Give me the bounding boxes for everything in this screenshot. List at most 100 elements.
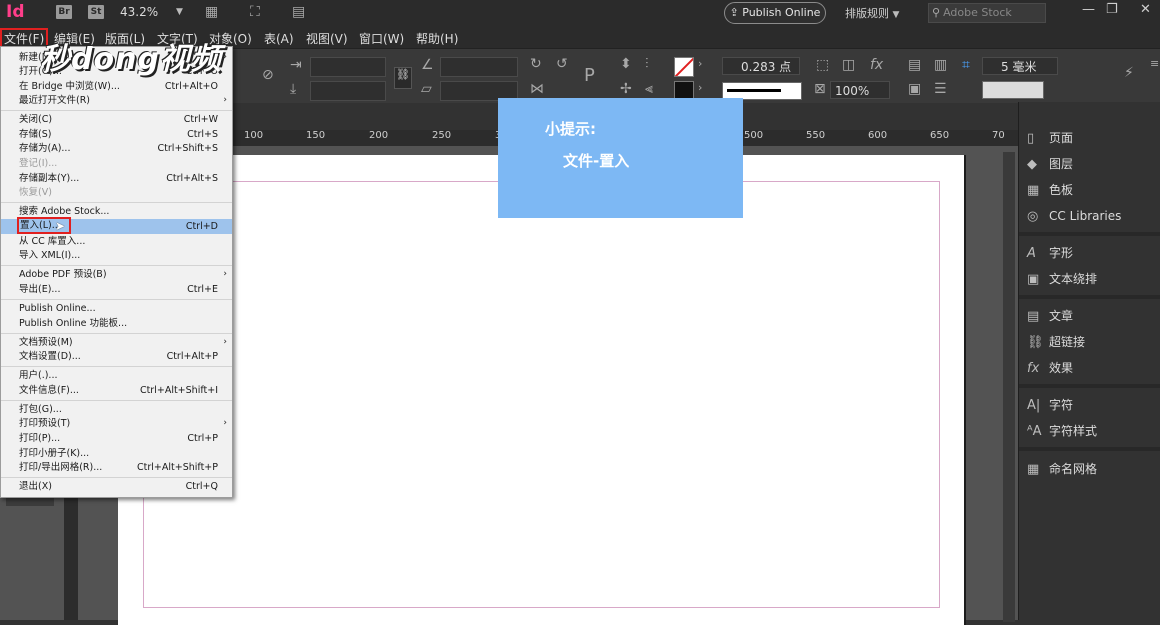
menu-item-label: 文件信息(F)... [19,385,79,396]
pages-icon: ▯ [1027,131,1035,146]
menu-item-file-info[interactable]: 文件信息(F)... Ctrl+Alt+Shift+I [1,383,232,398]
menu-item-print-booklet[interactable]: 打印小册子(K)... [1,446,232,461]
distribute-icon[interactable]: ⫶ [645,56,649,72]
menu-item-shortcut: Ctrl+W [183,114,218,125]
close-icon[interactable]: ✕ [1140,2,1151,17]
menu-table[interactable]: 表(A) [264,30,294,47]
text-wrap-none-icon[interactable]: ▤ [908,57,921,73]
menu-item-publish-online[interactable]: Publish Online... [1,301,232,316]
menu-item-recent[interactable]: 最近打开文件(R) › [1,93,232,108]
auto-fit-icon[interactable]: ⌗ [962,57,970,73]
menu-item-import-xml[interactable]: 导入 XML(I)... [1,248,232,263]
stroke-weight-field[interactable]: 0.283 点 [722,57,800,75]
opacity-field[interactable]: 100% [830,81,890,99]
y-offset-field[interactable] [310,81,386,101]
panel-pages[interactable]: ▯ 页面 [1027,126,1073,150]
opacity-icon[interactable]: ⊠ [814,81,826,97]
shear-angle-icon[interactable]: ▱ [421,81,432,97]
menu-item-print[interactable]: 打印(P)... Ctrl+P [1,431,232,446]
ruler-tick: 600 [868,130,888,141]
menu-item-pdf-presets[interactable]: Adobe PDF 预设(B) › [1,267,232,282]
fill-menu-chevron-icon[interactable]: › [698,57,702,70]
align-bottom-icon[interactable]: ⤓ [290,81,296,97]
panel-menu-icon[interactable]: ≡ [1150,57,1159,70]
ruler-tick: 500 [744,130,764,141]
menu-item-publish-online-dashboard[interactable]: Publish Online 功能板... [1,316,232,331]
drop-shadow-icon[interactable]: ◫ [842,57,855,73]
text-wrap-bbox-icon[interactable]: ▥ [934,57,947,73]
menu-item-save-copy[interactable]: 存储副本(Y)... Ctrl+Alt+S [1,171,232,186]
menu-help[interactable]: 帮助(H) [416,30,458,47]
panel-named-grids[interactable]: ▦ 命名网格 [1027,457,1097,481]
menu-item-exit[interactable]: 退出(X) Ctrl+Q [1,479,232,494]
effects-fx-icon[interactable]: fx [870,57,883,73]
panel-swatches[interactable]: ▦ 色板 [1027,178,1073,202]
fill-none-swatch[interactable] [674,57,694,77]
menu-item-browse-bridge[interactable]: 在 Bridge 中浏览(W)... Ctrl+Alt+O [1,79,232,94]
text-wrap-shape-icon[interactable]: ▣ [908,81,921,97]
minimize-icon[interactable]: — [1082,2,1095,17]
menu-item-export[interactable]: 导出(E)... Ctrl+E [1,282,232,297]
menu-item-label: 存储(S) [19,129,52,140]
menu-item-close[interactable]: 关闭(C) Ctrl+W [1,112,232,127]
stock-button[interactable]: St [88,5,104,19]
distribute-horizontal-icon[interactable]: ⫷ [645,81,653,97]
stock-search-input[interactable]: ⚲ Adobe Stock [928,3,1046,23]
vertical-scrollbar[interactable] [1003,152,1015,622]
ruler-tick: 70 [992,130,1005,141]
menu-item-save-as[interactable]: 存储为(A)... Ctrl+Shift+S [1,141,232,156]
menu-item-print-export-grid[interactable]: 打印/导出网格(R)... Ctrl+Alt+Shift+P [1,460,232,475]
menu-item-package[interactable]: 打包(G)... [1,402,232,417]
frame-fitting-icon[interactable]: ⬚ [816,57,829,73]
panel-separator [1019,232,1160,236]
menu-item-document-presets[interactable]: 文档预设(M) › [1,335,232,350]
constrain-proportions-icon[interactable]: ⛓ [394,67,412,89]
align-center-icon[interactable]: ✢ [620,81,632,97]
align-left-icon[interactable]: ⇥ [290,57,302,73]
panel-character[interactable]: A| 字符 [1027,393,1073,417]
x-offset-field[interactable] [310,57,386,77]
flip-horizontal-icon[interactable]: ⋈ [530,81,544,97]
restore-icon[interactable]: ❐ [1106,2,1118,17]
object-style-dropdown[interactable] [982,81,1044,99]
path-type-icon[interactable]: P [584,65,595,86]
rotate-ccw-icon[interactable]: ↺ [556,56,568,72]
menu-item-shortcut: Ctrl+Alt+S [166,173,218,184]
view-options-icon[interactable]: ▦ [205,4,218,20]
stroke-menu-chevron-icon[interactable]: › [698,81,702,94]
panel-glyphs[interactable]: A 字形 [1027,241,1073,265]
menu-item-save[interactable]: 存储(S) Ctrl+S [1,127,232,142]
quick-apply-icon[interactable]: ⚡ [1124,65,1134,81]
menu-item-place-from-cc[interactable]: 从 CC 库置入... [1,234,232,249]
submenu-arrow-icon: › [223,95,227,105]
hyperlink-icon: ⛓ [1027,335,1044,350]
menu-item-print-presets[interactable]: 打印预设(T) › [1,416,232,431]
workspace-switcher[interactable]: 排版规则 ▼ [845,5,899,21]
text-wrap-jump-icon[interactable]: ☰ [934,81,947,97]
panel-text-wrap[interactable]: ▣ 文本绕排 [1027,267,1097,291]
menu-window[interactable]: 窗口(W) [359,30,404,47]
menu-item-document-setup[interactable]: 文档设置(D)... Ctrl+Alt+P [1,349,232,364]
screen-mode-icon[interactable]: ⛶ [250,4,260,20]
panel-cc-libraries[interactable]: ◎ CC Libraries [1027,204,1121,228]
zoom-dropdown-icon[interactable]: ▼ [176,7,183,17]
zoom-level[interactable]: 43.2% [120,5,158,19]
arrange-documents-icon[interactable]: ▤ [292,4,305,20]
rotation-field[interactable] [440,57,518,77]
panel-layers[interactable]: ◆ 图层 [1027,152,1073,176]
rotate-cw-icon[interactable]: ↻ [530,56,542,72]
panel-story[interactable]: ▤ 文章 [1027,304,1073,328]
panel-label: 色板 [1049,183,1074,197]
bridge-button[interactable]: Br [56,5,72,19]
no-link-icon[interactable]: ⊘ [262,67,274,83]
gap-field[interactable]: 5 毫米 [982,57,1058,75]
publish-online-button[interactable]: ⇪ Publish Online [724,2,826,24]
panel-character-styles[interactable]: ᴬA 字符样式 [1027,419,1097,443]
panel-effects[interactable]: fx 效果 [1027,356,1073,380]
rotate-angle-icon[interactable]: ∠ [421,57,434,73]
panel-hyperlinks[interactable]: ⛓ 超链接 [1027,330,1085,354]
menu-view[interactable]: 视图(V) [306,30,348,47]
menu-item-place[interactable]: 置入(L)... Ctrl+D [1,217,232,234]
menu-item-user[interactable]: 用户(.)... [1,368,232,383]
flip-vertical-icon[interactable]: ⬍ [620,56,632,72]
